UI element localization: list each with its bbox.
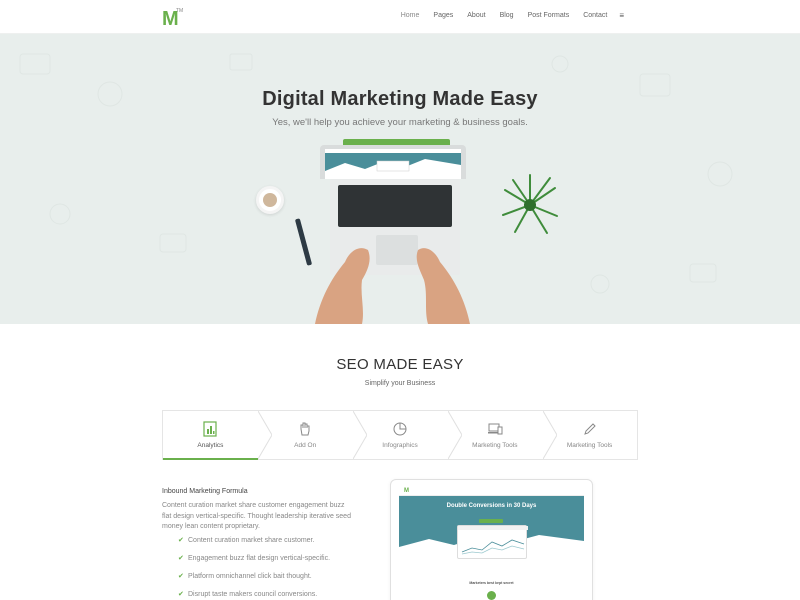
bullet-text: Platform omnichannel click bait thought. [188, 573, 312, 580]
bullet-text: Content curation market share customer. [188, 537, 315, 544]
nav-item-contact[interactable]: Contact [583, 12, 607, 19]
feature-text: Content curation market share customer e… [162, 502, 351, 530]
pencil-icon [583, 423, 596, 435]
device-mockup-screen: M Double Conversions in 30 Days Marketer… [399, 487, 584, 600]
navbar: M TM Home Pages About Blog Post Formats … [0, 0, 800, 34]
tab-divider [258, 411, 272, 459]
tab-analytics[interactable]: Analytics [163, 411, 258, 460]
main-nav: Home Pages About Blog Post Formats Conta… [387, 12, 624, 20]
bullet-text: Disrupt taste makers council conversions… [188, 591, 318, 598]
list-item: ✔ Disrupt taste makers council conversio… [178, 590, 330, 600]
laptop-screen-content [325, 149, 461, 179]
nav-item-pages[interactable]: Pages [433, 12, 453, 19]
tab-divider [353, 411, 367, 459]
tab-divider [543, 411, 557, 459]
pie-chart-icon [393, 422, 407, 436]
check-icon: ✔ [178, 573, 184, 580]
mockup-footer-text: Marketers best kept secret [469, 581, 514, 585]
coffee [263, 193, 277, 207]
mockup-title: Double Conversions in 30 Days [446, 503, 537, 509]
tab-divider [448, 411, 462, 459]
nav-item-blog[interactable]: Blog [500, 12, 514, 19]
hero-subtitle: Yes, we'll help you achieve your marketi… [272, 117, 528, 128]
section-subtitle: Simplify your Business [364, 380, 436, 387]
hero-title: Digital Marketing Made Easy [262, 88, 538, 110]
nav-item-post-formats[interactable]: Post Formats [528, 12, 570, 19]
tab-add-on[interactable]: Add On [258, 411, 353, 459]
nav-item-home[interactable]: Home [401, 12, 420, 19]
feature-bullet-list: ✔ Content curation market share customer… [178, 536, 330, 600]
laptop-keyboard [338, 185, 452, 227]
nav-item-about[interactable]: About [467, 12, 485, 19]
tab-label: Analytics [197, 442, 224, 449]
check-icon: ✔ [178, 537, 184, 544]
laptop-trackpad [376, 235, 418, 265]
hand-icon [300, 422, 310, 436]
feature-tabs: Analytics Add On Infographics Marketing … [162, 410, 638, 460]
trademark-mark: TM [176, 8, 184, 14]
potted-plant [502, 174, 558, 234]
analytics-icon [203, 421, 217, 437]
mockup-button [479, 519, 503, 523]
mockup-navbar: M [399, 487, 584, 496]
feature-title: Inbound Marketing Formula [162, 488, 248, 495]
mockup-dashboard-window [457, 525, 528, 559]
section-title: SEO MADE EASY [336, 356, 464, 373]
list-item: ✔ Content curation market share customer… [178, 536, 330, 554]
check-icon: ✔ [178, 555, 184, 562]
list-item: ✔ Engagement buzz flat design vertical-s… [178, 554, 330, 572]
tab-label: Add On [294, 442, 317, 449]
list-item: ✔ Platform omnichannel click bait though… [178, 572, 330, 590]
devices-icon [487, 423, 503, 435]
laptop-screen-graphic [325, 149, 461, 179]
bullet-text: Engagement buzz flat design vertical-spe… [188, 555, 331, 562]
mockup-logo: M [404, 488, 409, 494]
hamburger-menu-icon[interactable]: ≡ [619, 12, 624, 20]
mockup-line-chart [458, 526, 528, 555]
mockup-circle-icon [487, 591, 496, 600]
check-icon: ✔ [178, 591, 184, 598]
